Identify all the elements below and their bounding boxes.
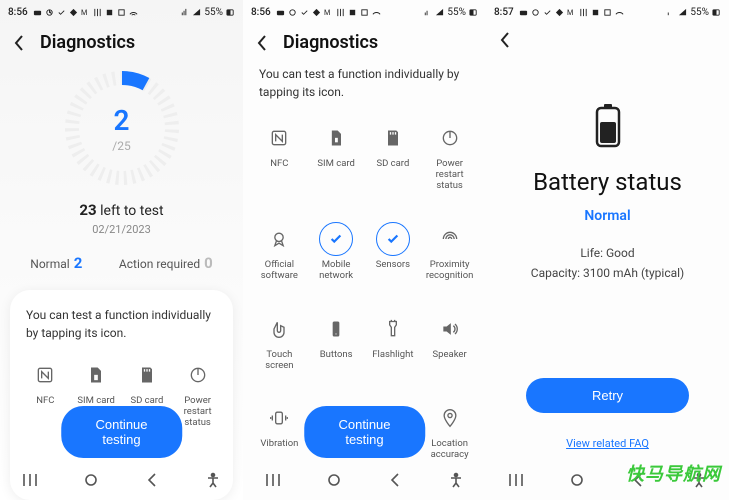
card-intro: You can test a function individually by …: [22, 306, 221, 342]
back-button[interactable]: [500, 32, 510, 48]
recents-button[interactable]: [22, 472, 38, 488]
battery-life: Life: Good: [580, 246, 634, 260]
status-bar: 8:57 M 55%: [486, 0, 729, 22]
test-mobile-network[interactable]: Mobile network: [310, 216, 363, 288]
back-button[interactable]: [14, 35, 24, 51]
svg-text:M: M: [324, 8, 330, 17]
svg-text:M: M: [81, 8, 87, 17]
left-to-test: 23 left to test: [0, 201, 243, 219]
speaker-icon: [440, 319, 460, 339]
progress-ring: 2 /25: [63, 69, 181, 187]
test-touch-screen[interactable]: Touch screen: [253, 306, 306, 378]
back-nav-button[interactable]: [387, 472, 403, 488]
battery-capacity: Capacity: 3100 mAh (typical): [531, 266, 684, 280]
battery-pct: 55%: [204, 7, 223, 18]
page-title: Diagnostics: [283, 32, 378, 53]
nav-bar: [243, 466, 486, 494]
power-icon: [188, 365, 208, 385]
check-icon: [376, 222, 410, 256]
continue-testing-button[interactable]: Continue testing: [304, 406, 426, 458]
test-buttons[interactable]: Buttons: [310, 306, 363, 378]
back-button[interactable]: [257, 35, 267, 51]
status-bar: 8:56 M 55%: [243, 0, 486, 22]
test-vibration[interactable]: Vibration: [253, 395, 306, 467]
page-title: Diagnostics: [40, 32, 135, 53]
status-time: 8:57: [494, 7, 514, 18]
status-time: 8:56: [251, 7, 271, 18]
accessibility-button[interactable]: [448, 472, 464, 488]
view-faq-link[interactable]: View related FAQ: [566, 437, 649, 450]
test-sd-card[interactable]: SD card: [367, 115, 420, 198]
official-software-icon: [269, 229, 289, 249]
location-accuracy-icon: [440, 408, 460, 428]
watermark: 快马导航网: [626, 460, 721, 486]
normal-count: Normal2: [30, 254, 82, 272]
home-button[interactable]: [569, 472, 585, 488]
power-restart-status-icon: [440, 128, 460, 148]
check-icon: [319, 222, 353, 256]
accessibility-button[interactable]: [205, 472, 221, 488]
touch-screen-icon: [269, 319, 289, 339]
test-speaker[interactable]: Speaker: [423, 306, 476, 378]
home-button[interactable]: [326, 472, 342, 488]
status-bar: 8:56 M 55%: [0, 0, 243, 22]
nfc-icon: [35, 365, 55, 385]
battery-status-title: Battery status: [533, 168, 682, 196]
recents-button[interactable]: [508, 472, 524, 488]
nav-bar: [0, 466, 243, 494]
retry-button[interactable]: Retry: [526, 378, 689, 413]
test-sim-card[interactable]: SIM card: [310, 115, 363, 198]
test-nfc[interactable]: NFC: [253, 115, 306, 198]
back-nav-button[interactable]: [144, 472, 160, 488]
battery-icon: [593, 104, 623, 148]
progress-done: 2: [114, 104, 130, 137]
recents-button[interactable]: [265, 472, 281, 488]
test-sensors[interactable]: Sensors: [367, 216, 420, 288]
test-location-accuracy[interactable]: Location accuracy: [423, 395, 476, 467]
buttons-icon: [326, 319, 346, 339]
continue-testing-button[interactable]: Continue testing: [61, 406, 183, 458]
nfc-icon: [269, 128, 289, 148]
progress-total: /25: [112, 139, 130, 153]
sd-card-icon: [383, 128, 403, 148]
test-flashlight[interactable]: Flashlight: [367, 306, 420, 378]
intro-text: You can test a function individually by …: [253, 65, 476, 109]
flashlight-icon: [383, 319, 403, 339]
test-date: 02/21/2023: [0, 223, 243, 236]
proximity-recognition-icon: [440, 229, 460, 249]
battery-status-value: Normal: [584, 208, 630, 224]
home-button[interactable]: [83, 472, 99, 488]
svg-text:M: M: [567, 8, 573, 17]
status-time: 8:56: [8, 7, 28, 18]
sd-icon: [137, 365, 157, 385]
action-required-count: Action required0: [119, 254, 213, 272]
test-proximity-recognition[interactable]: Proximity recognition: [423, 216, 476, 288]
sim-icon: [86, 365, 106, 385]
test-official-software[interactable]: Official software: [253, 216, 306, 288]
vibration-icon: [269, 408, 289, 428]
sim-card-icon: [326, 128, 346, 148]
test-power-restart-status[interactable]: Power restart status: [423, 115, 476, 198]
